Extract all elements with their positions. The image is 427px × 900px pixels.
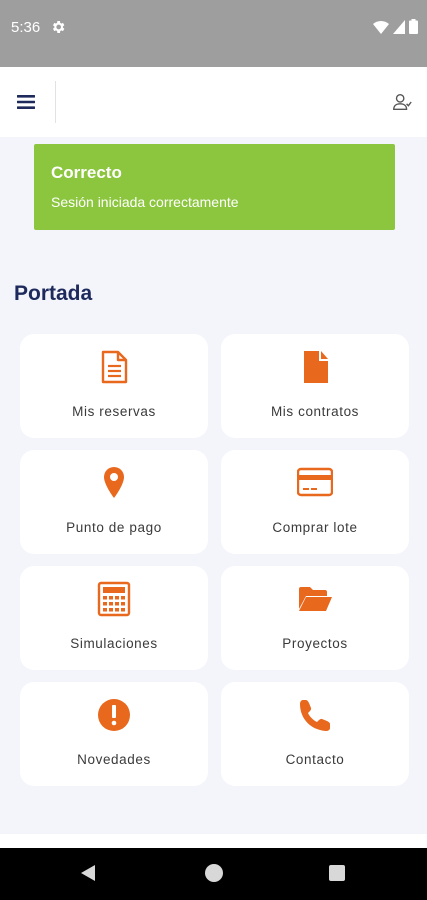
settings-gear-icon [53,21,65,33]
card-label: Comprar lote [272,520,358,535]
card-proyectos[interactable]: Proyectos [221,566,409,670]
card-label: Mis contratos [270,404,360,419]
status-time: 5:36 [11,19,41,36]
app-bar [0,67,427,137]
alert-message: Sesión iniciada correctamente [51,194,239,210]
card-label: Proyectos [282,636,348,651]
phone-icon [300,700,330,731]
map-pin-icon [104,467,124,498]
calculator-icon [97,581,131,617]
user-profile-icon[interactable] [391,91,413,113]
card-punto-de-pago[interactable]: Punto de pago [20,450,208,554]
card-label: Contacto [285,752,345,767]
card-label: Punto de pago [66,520,162,535]
folder-open-icon [299,587,332,611]
back-triangle-icon[interactable] [80,864,96,882]
exclamation-circle-icon [98,699,130,731]
card-simulaciones[interactable]: Simulaciones [20,566,208,670]
success-alert: Correcto Sesión iniciada correctamente [34,144,395,230]
card-contacto[interactable]: Contacto [221,682,409,786]
status-bar: 5:36 [0,0,427,67]
card-label: Mis reservas [72,404,156,419]
document-outline-icon [101,350,128,384]
alert-title: Correcto [51,163,122,182]
card-mis-reservas[interactable]: Mis reservas [20,334,208,438]
hamburger-menu-icon[interactable] [14,90,38,114]
card-label: Novedades [77,752,151,767]
system-nav-bar [0,848,427,900]
status-indicators [373,19,418,34]
page-title: Portada [14,282,93,305]
card-label: Simulaciones [70,636,158,651]
battery-icon [409,19,418,34]
recents-square-icon[interactable] [329,865,345,881]
bottom-strip [0,834,427,848]
home-circle-icon[interactable] [205,864,223,882]
card-comprar-lote[interactable]: Comprar lote [221,450,409,554]
wifi-icon [373,20,389,34]
cell-signal-icon [393,19,405,34]
document-solid-icon [304,351,328,383]
app-bar-divider [55,81,56,123]
card-mis-contratos[interactable]: Mis contratos [221,334,409,438]
card-novedades[interactable]: Novedades [20,682,208,786]
credit-card-icon [297,467,333,497]
